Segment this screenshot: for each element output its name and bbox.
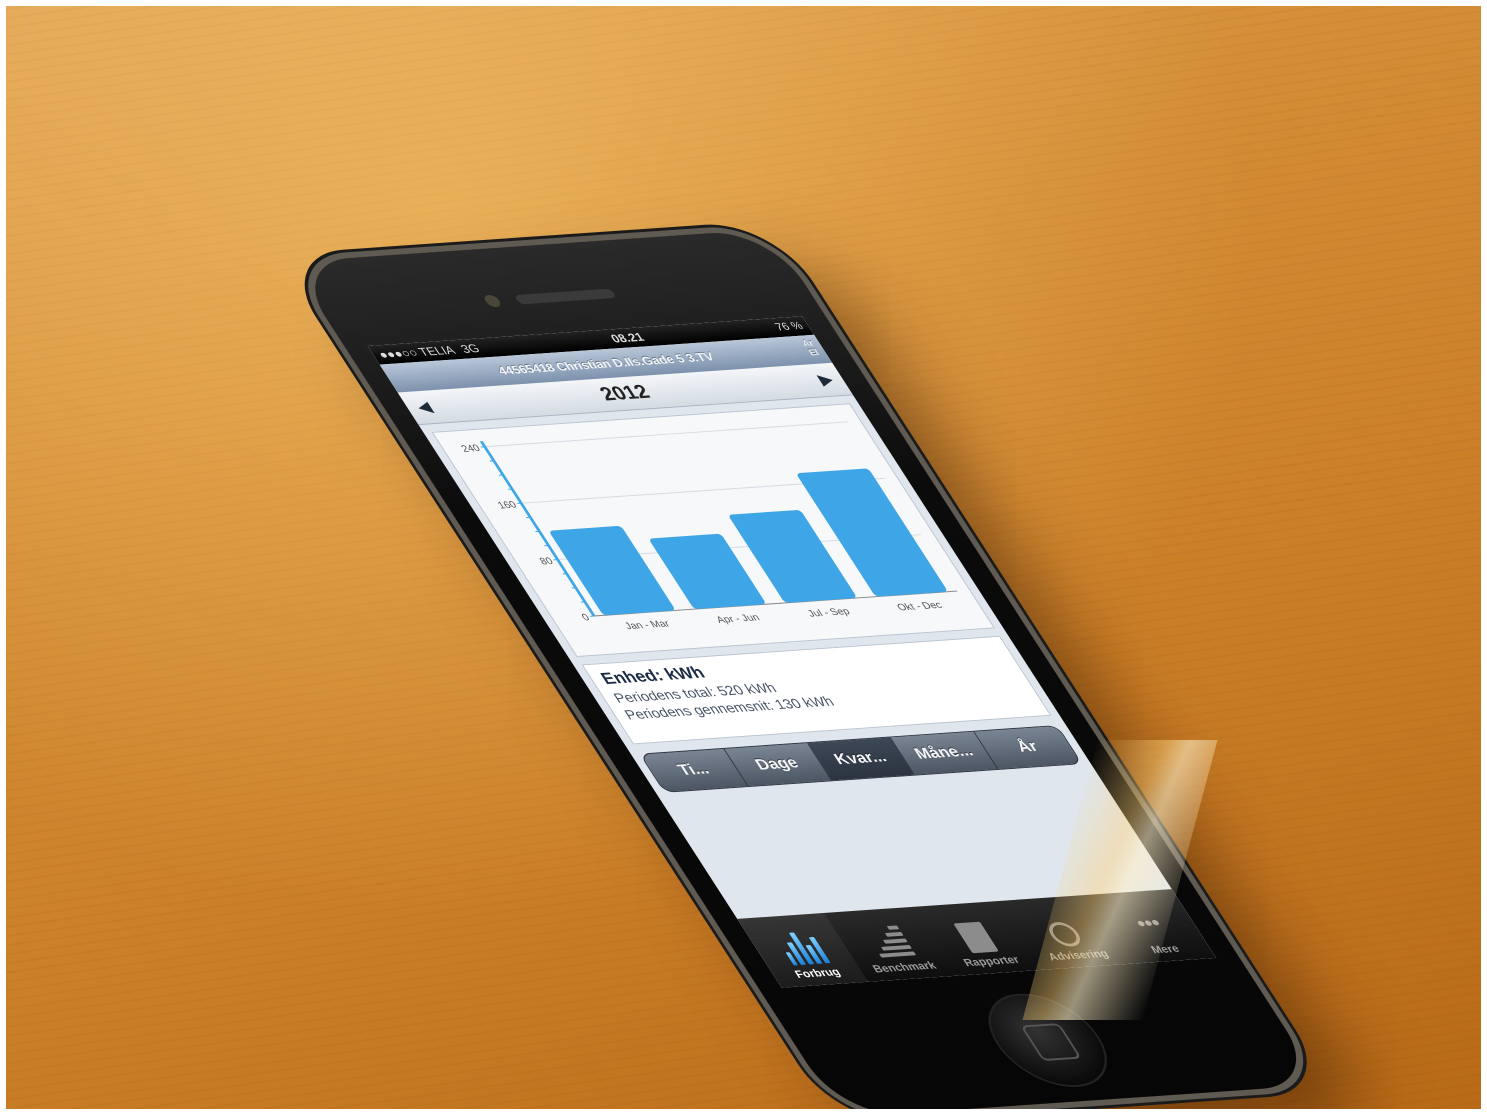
tab-bar: Forbrug Benchmark Rapporter Advisering ••• Me…: [737, 889, 1217, 988]
carrier-label: ●●●○○ TELIA: [375, 343, 459, 362]
home-button[interactable]: [966, 990, 1129, 1091]
earpiece-speaker: [513, 288, 617, 305]
tab-label: Advisering: [1046, 948, 1112, 964]
next-period-button[interactable]: ▶: [814, 370, 839, 389]
list-icon: [859, 924, 917, 960]
tab-label: Forbrug: [792, 966, 844, 981]
tab-label: Rapporter: [961, 954, 1023, 970]
battery-label: 76 %: [772, 320, 806, 334]
x-tick-label: Okt - Dec: [895, 600, 945, 613]
period-year: 2012: [595, 381, 655, 405]
consumption-chart: 0 80 160 240 Jan - Mar Apr - Jun Jul - Sep Okt …: [431, 403, 996, 658]
x-tick-label: Apr - Jun: [714, 612, 762, 625]
prev-period-button[interactable]: ◀: [412, 397, 437, 416]
x-tick-label: Jul - Sep: [805, 606, 852, 619]
x-tick-label: Jan - Mar: [622, 618, 672, 631]
front-camera-icon: [482, 294, 504, 308]
network-label: 3G: [457, 341, 483, 356]
gridline: [484, 421, 849, 448]
report-icon: [946, 918, 1004, 954]
y-tick-label: 80: [537, 556, 555, 567]
y-tick-label: 160: [495, 499, 519, 511]
alarm-clock-icon: [1033, 912, 1091, 948]
more-icon: •••: [1131, 912, 1167, 935]
phone-screen: ●●●○○ TELIA 3G 08.21 76 % 44565418 Chris…: [367, 316, 1217, 988]
corner-toggle[interactable]: Ar El: [800, 338, 822, 357]
corner-bottom-label: El: [806, 347, 822, 358]
phone-body: ●●●○○ TELIA 3G 08.21 76 % 44565418 Chris…: [290, 229, 1322, 1115]
tab-label: Benchmark: [870, 959, 939, 976]
tab-label: Mere: [1148, 943, 1183, 957]
bar-chart-svg: 0 80 160 240 Jan - Mar Apr - Jun Jul - Sep Okt …: [459, 421, 958, 632]
y-tick-label: 0: [580, 612, 593, 623]
y-axis: [479, 441, 596, 617]
bar-chart-icon: [772, 930, 831, 966]
y-tick-label: 240: [459, 443, 483, 455]
summary-panel: Enhed: kWh Periodens total: 520 kWh Peri…: [581, 635, 1052, 745]
clock-label: 08.21: [607, 330, 647, 346]
photo-background: ●●●○○ TELIA 3G 08.21 76 % 44565418 Chris…: [0, 0, 1487, 1115]
home-square-icon: [1020, 1023, 1082, 1062]
